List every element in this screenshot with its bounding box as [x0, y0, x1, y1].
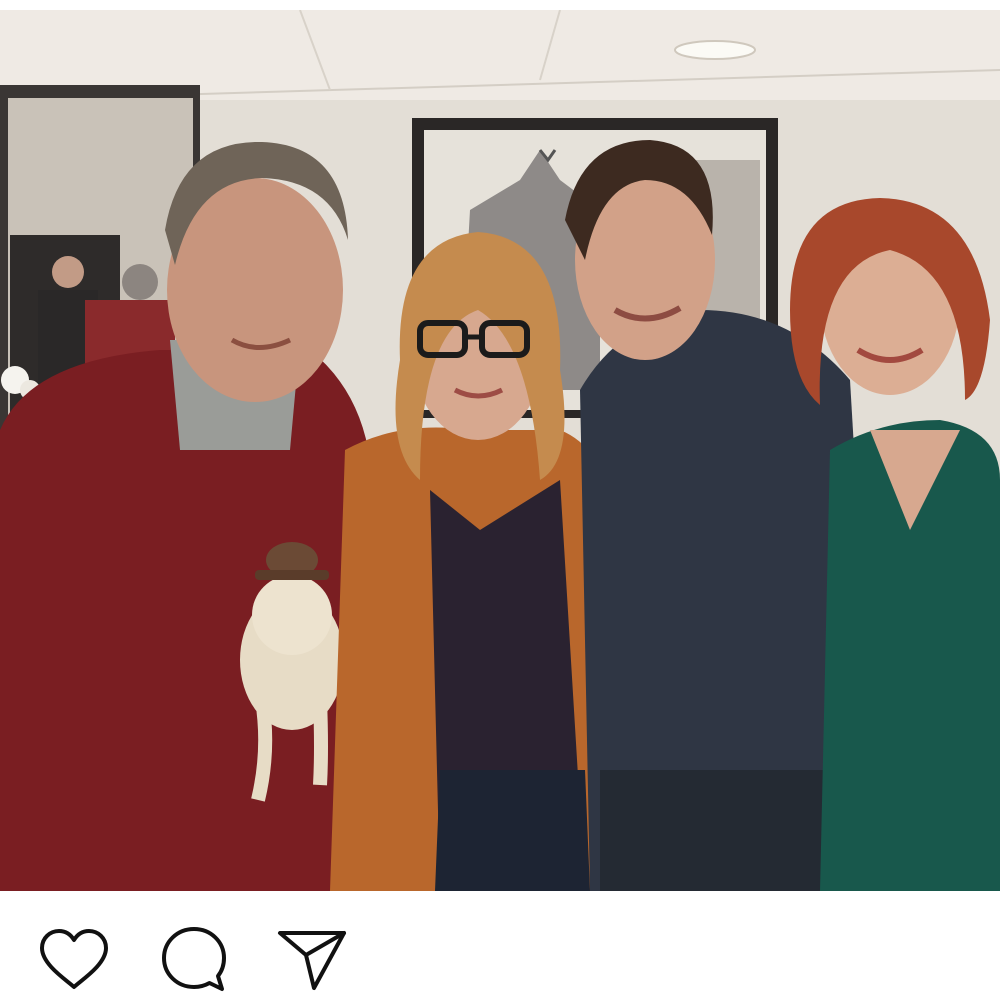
like-button[interactable] — [36, 925, 112, 995]
share-button[interactable] — [274, 925, 350, 995]
paper-plane-icon — [278, 931, 346, 990]
group-photo-illustration — [0, 10, 1000, 891]
speech-bubble-icon — [162, 927, 226, 991]
ceiling-light — [674, 40, 756, 60]
post-action-bar — [0, 891, 1000, 1000]
post-photo[interactable] — [0, 10, 1000, 891]
heart-icon — [40, 929, 108, 989]
comment-button[interactable] — [156, 925, 232, 995]
instagram-post — [0, 0, 1000, 1000]
